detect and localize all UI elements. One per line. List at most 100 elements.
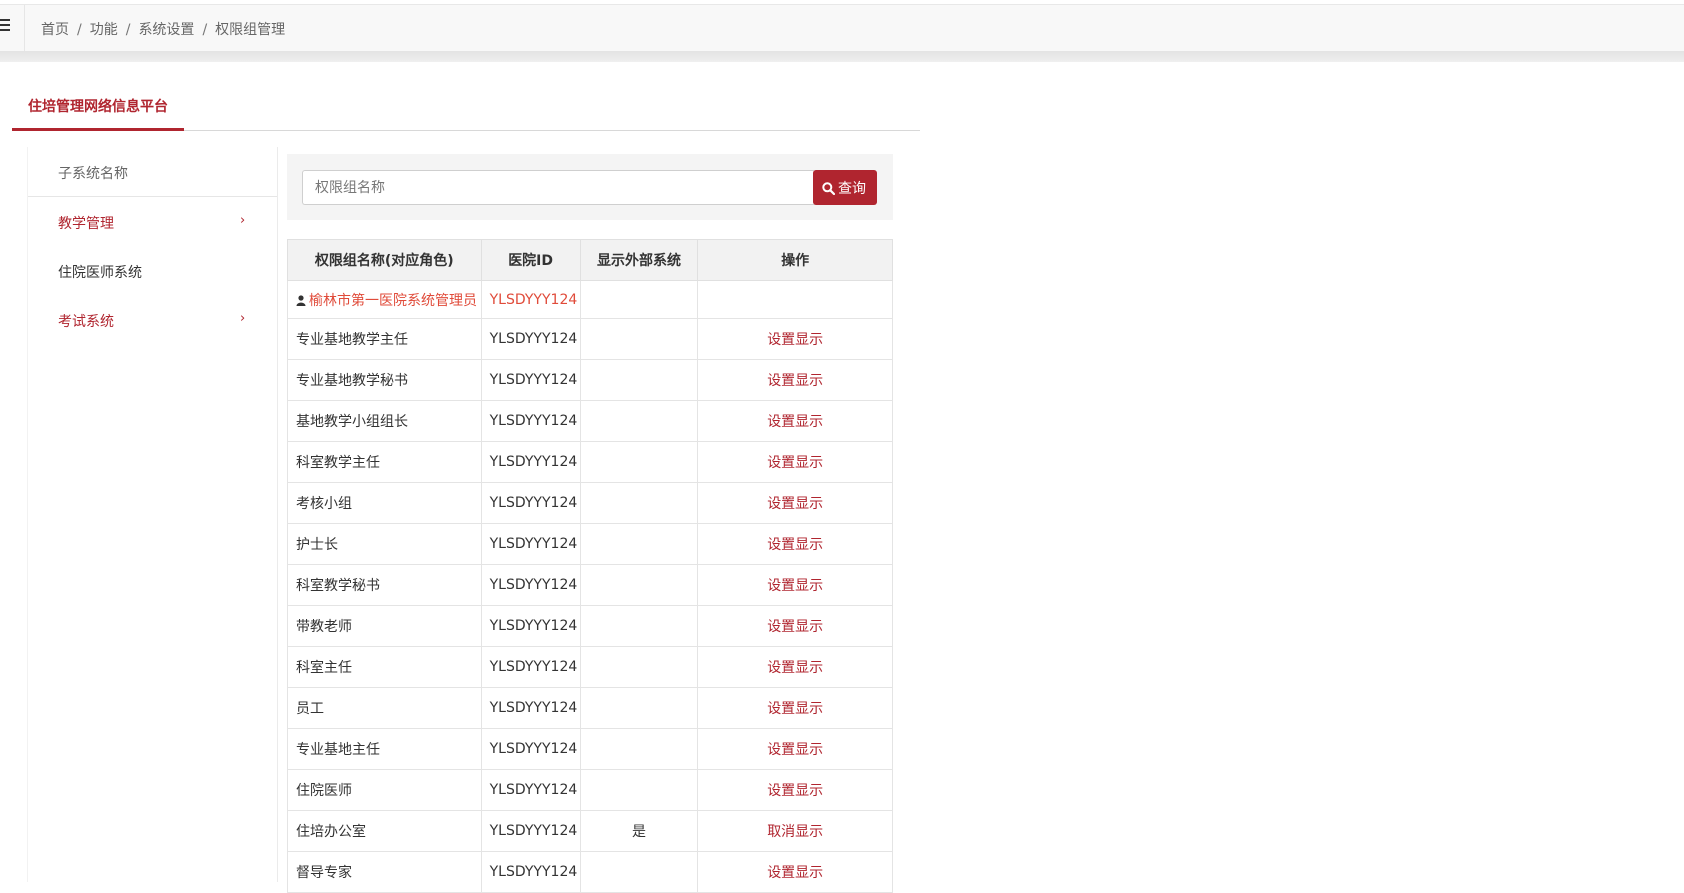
cell-hospital-id: YLSDYYY124 bbox=[480, 728, 581, 770]
cell-hospital-id: YLSDYYY124 bbox=[480, 564, 581, 606]
cell-name: 专业基地教学主任 bbox=[287, 318, 482, 360]
column-header-external[interactable]: 显示外部系统 bbox=[579, 239, 699, 281]
table-row[interactable]: 住院医师 YLSDYYY124 设置显示 bbox=[287, 769, 893, 811]
search-input[interactable] bbox=[302, 170, 814, 205]
sidebar-item-label: 教学管理 bbox=[58, 216, 114, 232]
cell-hospital-id: YLSDYYY124 bbox=[480, 851, 581, 893]
breadcrumb: 首页 / 功能 / 系统设置 / 权限组管理 bbox=[41, 19, 285, 39]
table-row[interactable]: 科室教学主任 YLSDYYY124 设置显示 bbox=[287, 441, 893, 483]
sidebar-item-label: 考试系统 bbox=[58, 314, 114, 330]
cell-name: 基地教学小组组长 bbox=[287, 400, 482, 442]
set-display-link[interactable]: 设置显示 bbox=[767, 742, 823, 758]
cell-action: 设置显示 bbox=[697, 359, 893, 401]
sidebar-item-label: 住院医师系统 bbox=[58, 265, 142, 281]
table-row[interactable]: 带教老师 YLSDYYY124 设置显示 bbox=[287, 605, 893, 647]
cell-action: 设置显示 bbox=[697, 441, 893, 483]
cell-action: 设置显示 bbox=[697, 318, 893, 360]
set-display-link[interactable]: 设置显示 bbox=[767, 619, 823, 635]
search-icon bbox=[822, 182, 836, 196]
cell-action: 设置显示 bbox=[697, 400, 893, 442]
set-display-link[interactable]: 设置显示 bbox=[767, 865, 823, 881]
cell-external bbox=[579, 564, 699, 606]
breadcrumb-separator: / bbox=[77, 22, 82, 38]
cell-action: 设置显示 bbox=[697, 482, 893, 524]
cell-hospital-id: YLSDYYY124 bbox=[480, 482, 581, 524]
set-display-link[interactable]: 设置显示 bbox=[767, 537, 823, 553]
table-row[interactable]: 科室主任 YLSDYYY124 设置显示 bbox=[287, 646, 893, 688]
cell-action: 设置显示 bbox=[697, 851, 893, 893]
breadcrumb-function[interactable]: 功能 bbox=[90, 22, 118, 38]
cancel-display-link[interactable]: 取消显示 bbox=[767, 824, 823, 840]
menu-toggle-icon[interactable] bbox=[0, 19, 12, 33]
cell-action: 取消显示 bbox=[697, 810, 893, 852]
search-panel: 查询 bbox=[287, 154, 893, 220]
cell-name: 护士长 bbox=[287, 523, 482, 565]
table-row[interactable]: 专业基地教学主任 YLSDYYY124 设置显示 bbox=[287, 318, 893, 360]
cell-name: 科室教学主任 bbox=[287, 441, 482, 483]
set-display-link[interactable]: 设置显示 bbox=[767, 332, 823, 348]
cell-action: 设置显示 bbox=[697, 646, 893, 688]
cell-name: 住院医师 bbox=[287, 769, 482, 811]
cell-name: 住培办公室 bbox=[287, 810, 482, 852]
sidebar-item-teaching[interactable]: 教学管理 › bbox=[28, 197, 277, 246]
user-icon bbox=[296, 294, 306, 306]
set-display-link[interactable]: 设置显示 bbox=[767, 578, 823, 594]
cell-name: 员工 bbox=[287, 687, 482, 729]
table-row[interactable]: 员工 YLSDYYY124 设置显示 bbox=[287, 687, 893, 729]
cell-hospital-id: YLSDYYY124 bbox=[480, 687, 581, 729]
breadcrumb-system-settings[interactable]: 系统设置 bbox=[138, 22, 194, 38]
cell-hospital-id: YLSDYYY124 bbox=[480, 605, 581, 647]
table-row[interactable]: 专业基地主任 YLSDYYY124 设置显示 bbox=[287, 728, 893, 770]
set-display-link[interactable]: 设置显示 bbox=[767, 414, 823, 430]
cell-external bbox=[579, 482, 699, 524]
table-row[interactable]: 考核小组 YLSDYYY124 设置显示 bbox=[287, 482, 893, 524]
cell-external bbox=[579, 280, 699, 319]
cell-external bbox=[579, 400, 699, 442]
set-display-link[interactable]: 设置显示 bbox=[767, 660, 823, 676]
cell-hospital-id: YLSDYYY124 bbox=[480, 646, 581, 688]
sidebar-item-exam[interactable]: 考试系统 › bbox=[28, 295, 277, 344]
chevron-right-icon: › bbox=[240, 213, 246, 228]
sidebar-header: 子系统名称 bbox=[28, 147, 277, 197]
tab-platform[interactable]: 住培管理网络信息平台 bbox=[12, 92, 184, 131]
search-button[interactable]: 查询 bbox=[813, 170, 877, 205]
cell-hospital-id: YLSDYYY124 bbox=[480, 810, 581, 852]
set-display-link[interactable]: 设置显示 bbox=[767, 783, 823, 799]
column-header-hospital-id[interactable]: 医院ID bbox=[480, 239, 581, 281]
table-row[interactable]: 专业基地教学秘书 YLSDYYY124 设置显示 bbox=[287, 359, 893, 401]
cell-external bbox=[579, 359, 699, 401]
cell-action: 设置显示 bbox=[697, 523, 893, 565]
breadcrumb-separator: / bbox=[125, 22, 131, 38]
cell-external bbox=[579, 605, 699, 647]
table-row[interactable]: 住培办公室 YLSDYYY124 是 取消显示 bbox=[287, 810, 893, 852]
cell-action: 设置显示 bbox=[697, 769, 893, 811]
table-row-admin[interactable]: 榆林市第一医院系统管理员 YLSDYYY124 bbox=[287, 280, 893, 319]
set-display-link[interactable]: 设置显示 bbox=[767, 496, 823, 512]
cell-hospital-id: YLSDYYY124 bbox=[480, 441, 581, 483]
cell-action: 设置显示 bbox=[697, 605, 893, 647]
column-header-name[interactable]: 权限组名称(对应角色) bbox=[287, 239, 482, 281]
cell-action bbox=[697, 280, 893, 319]
table-row[interactable]: 护士长 YLSDYYY124 设置显示 bbox=[287, 523, 893, 565]
column-header-action[interactable]: 操作 bbox=[697, 239, 893, 281]
menu-divider bbox=[24, 5, 25, 52]
cell-action: 设置显示 bbox=[697, 564, 893, 606]
sidebar-item-resident[interactable]: 住院医师系统 bbox=[28, 246, 277, 295]
breadcrumb-home[interactable]: 首页 bbox=[41, 22, 69, 38]
cell-name: 榆林市第一医院系统管理员 bbox=[287, 280, 482, 319]
cell-hospital-id: YLSDYYY124 bbox=[480, 769, 581, 811]
cell-hospital-id: YLSDYYY124 bbox=[480, 359, 581, 401]
search-button-label: 查询 bbox=[838, 181, 866, 197]
set-display-link[interactable]: 设置显示 bbox=[767, 455, 823, 471]
cell-name: 科室教学秘书 bbox=[287, 564, 482, 606]
table-row[interactable]: 科室教学秘书 YLSDYYY124 设置显示 bbox=[287, 564, 893, 606]
table-row[interactable]: 督导专家 YLSDYYY124 设置显示 bbox=[287, 851, 893, 893]
cell-action: 设置显示 bbox=[697, 728, 893, 770]
cell-action: 设置显示 bbox=[697, 687, 893, 729]
chevron-right-icon: › bbox=[240, 311, 246, 326]
set-display-link[interactable]: 设置显示 bbox=[767, 373, 823, 389]
set-display-link[interactable]: 设置显示 bbox=[767, 701, 823, 717]
cell-external bbox=[579, 318, 699, 360]
table-row[interactable]: 基地教学小组组长 YLSDYYY124 设置显示 bbox=[287, 400, 893, 442]
cell-name: 专业基地教学秘书 bbox=[287, 359, 482, 401]
